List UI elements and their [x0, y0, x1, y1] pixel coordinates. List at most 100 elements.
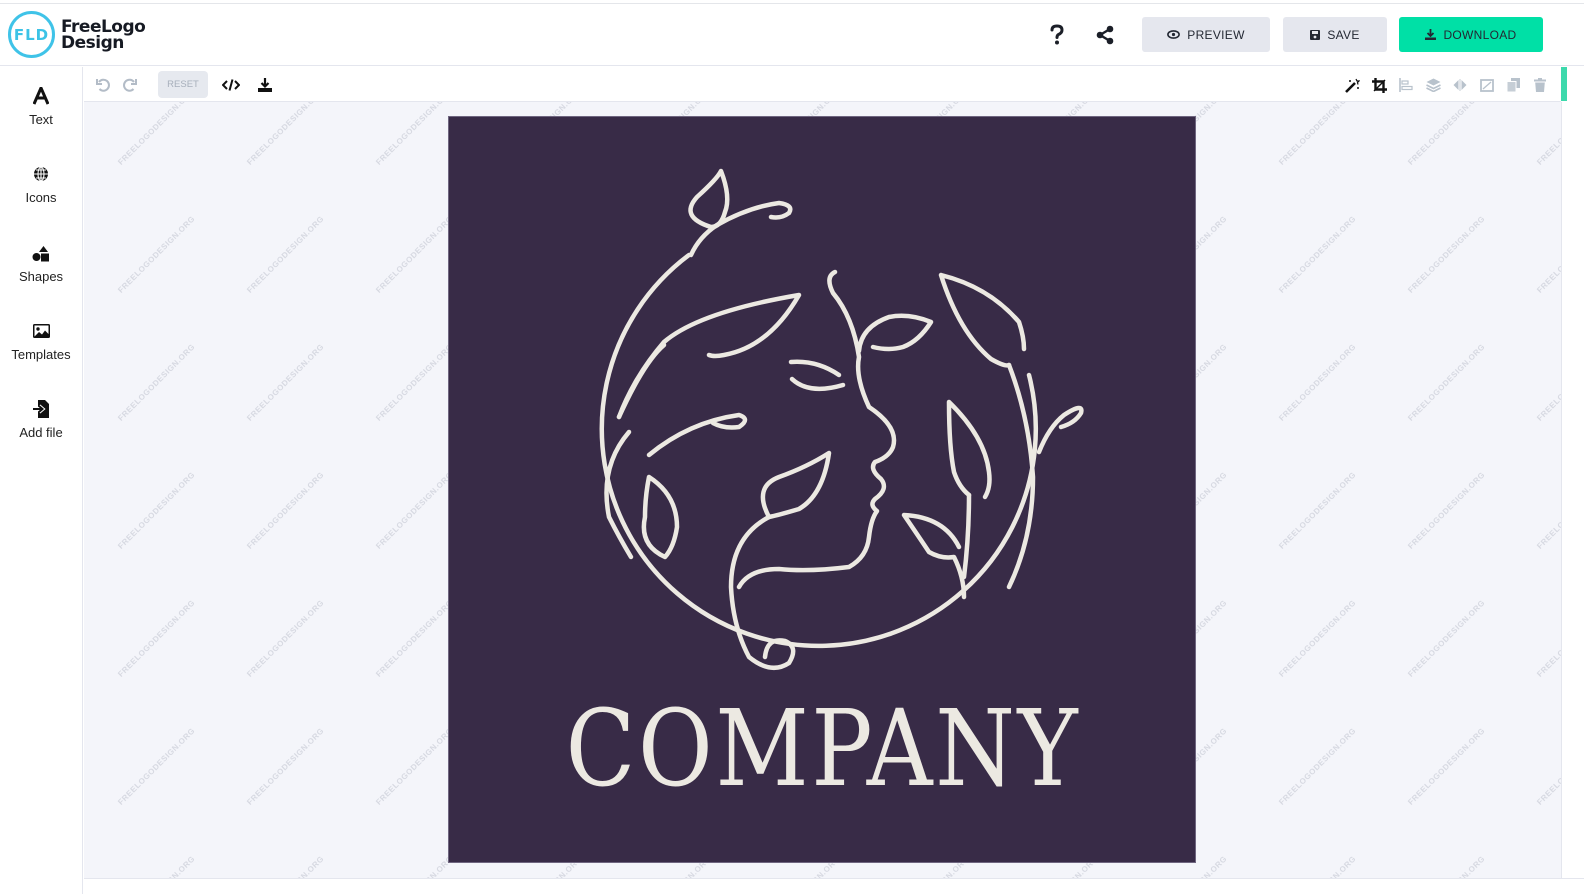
sidebar-item-templates[interactable]: Templates: [3, 318, 79, 378]
magic-wand-icon[interactable]: [1341, 74, 1363, 96]
image-icon: [32, 318, 50, 344]
watermark-text: FREELOGODESIGN.ORG: [1406, 470, 1487, 551]
watermark-text: FREELOGODESIGN.ORG: [1406, 726, 1487, 807]
leaf-center: [760, 450, 832, 520]
layers-icon[interactable]: [1422, 74, 1444, 96]
watermark-text: FREELOGODESIGN.ORG: [116, 342, 197, 423]
flip-icon[interactable]: [1449, 74, 1471, 96]
watermark-text: FREELOGODESIGN.ORG: [1535, 214, 1561, 295]
watermark-text: FREELOGODESIGN.ORG: [116, 214, 197, 295]
share-icon[interactable]: [1091, 21, 1119, 49]
watermark-text: FREELOGODESIGN.ORG: [1535, 102, 1561, 167]
logo-emblem[interactable]: [449, 117, 1196, 717]
sidebar: Text Icons Shapes Templates Add file: [0, 67, 83, 894]
sidebar-item-label: Text: [29, 112, 53, 127]
undo-icon[interactable]: [92, 74, 114, 96]
copy-icon[interactable]: [1502, 74, 1524, 96]
sidebar-item-label: Icons: [25, 190, 57, 205]
watermark-text: FREELOGODESIGN.ORG: [245, 214, 326, 295]
watermark-text: FREELOGODESIGN.ORG: [374, 854, 455, 878]
sidebar-item-shapes[interactable]: Shapes: [3, 240, 79, 300]
preview-label: PREVIEW: [1187, 27, 1245, 42]
leaf-lower-left: [641, 474, 680, 560]
code-icon[interactable]: [220, 74, 242, 96]
download-button[interactable]: DOWNLOAD: [1399, 17, 1543, 52]
watermark-text: FREELOGODESIGN.ORG: [1406, 102, 1487, 167]
sidebar-item-text[interactable]: Text: [3, 83, 79, 143]
panel-toggle-tab[interactable]: [1561, 67, 1567, 101]
watermark-text: FREELOGODESIGN.ORG: [1406, 342, 1487, 423]
face-eye-lid: [788, 359, 842, 378]
sidebar-item-label: Shapes: [18, 269, 64, 284]
watermark-text: FREELOGODESIGN.ORG: [116, 598, 197, 679]
leaf-right-lower: [901, 512, 967, 600]
watermark-text: FREELOGODESIGN.ORG: [1277, 470, 1358, 551]
watermark-text: FREELOGODESIGN.ORG: [374, 342, 455, 423]
resize-icon[interactable]: [1476, 74, 1498, 96]
reset-button[interactable]: RESET: [158, 71, 208, 98]
emblem-circle: [599, 252, 1038, 649]
preview-button[interactable]: PREVIEW: [1142, 17, 1270, 52]
eye-icon: [1167, 30, 1181, 39]
watermark-text: FREELOGODESIGN.ORG: [245, 726, 326, 807]
leaf-top-right: [938, 272, 1027, 368]
watermark-text: FREELOGODESIGN.ORG: [245, 470, 326, 551]
download-icon: [1425, 29, 1437, 40]
globe-icon: [33, 161, 49, 187]
watermark-text: FREELOGODESIGN.ORG: [1535, 470, 1561, 551]
sidebar-item-add-file[interactable]: Add file: [3, 396, 79, 456]
vine-top-left: [688, 200, 793, 258]
watermark-text: FREELOGODESIGN.ORG: [1535, 854, 1561, 878]
company-name-text[interactable]: COMPANY: [501, 687, 1144, 810]
app-header: FLD FreeLogo Design PREVIEW SAVE DOWNLOA…: [0, 4, 1584, 66]
right-panel-edge: [1561, 102, 1584, 878]
bottom-bar: [84, 878, 1584, 894]
editor-toolbar: RESET: [84, 67, 1561, 102]
watermark-text: FREELOGODESIGN.ORG: [245, 342, 326, 423]
leaf-face-top: [856, 313, 934, 354]
watermark-text: FREELOGODESIGN.ORG: [374, 214, 455, 295]
save-button[interactable]: SAVE: [1283, 17, 1387, 52]
watermark-text: FREELOGODESIGN.ORG: [1277, 854, 1358, 878]
floppy-disk-icon: [1310, 29, 1321, 40]
watermark-text: FREELOGODESIGN.ORG: [1277, 102, 1358, 167]
watermark-text: FREELOGODESIGN.ORG: [245, 102, 326, 167]
watermark-text: FREELOGODESIGN.ORG: [245, 854, 326, 878]
curl-middle: [646, 412, 748, 458]
download-icon[interactable]: [254, 74, 276, 96]
crop-icon[interactable]: [1368, 74, 1390, 96]
vine-right-outer: [1036, 405, 1084, 455]
watermark-text: FREELOGODESIGN.ORG: [245, 598, 326, 679]
watermark-text: FREELOGODESIGN.ORG: [1535, 598, 1561, 679]
watermark-text: FREELOGODESIGN.ORG: [1277, 726, 1358, 807]
watermark-text: FREELOGODESIGN.ORG: [1277, 342, 1358, 423]
watermark-text: FREELOGODESIGN.ORG: [374, 470, 455, 551]
watermark-text: FREELOGODESIGN.ORG: [116, 854, 197, 878]
brand-name: FreeLogo Design: [61, 18, 146, 51]
watermark-text: FREELOGODESIGN.ORG: [116, 470, 197, 551]
watermark-text: FREELOGODESIGN.ORG: [116, 102, 197, 167]
redo-icon[interactable]: [118, 74, 140, 96]
download-label: DOWNLOAD: [1443, 27, 1517, 42]
stem-right-mid: [961, 492, 972, 580]
canvas-area: FREELOGODESIGN.ORG FREELOGODESIGN.ORG FREE…: [84, 102, 1561, 878]
watermark-text: FREELOGODESIGN.ORG: [374, 598, 455, 679]
leaf-upper-left: [616, 292, 802, 420]
file-import-icon: [33, 396, 49, 422]
watermark-text: FREELOGODESIGN.ORG: [374, 726, 455, 807]
align-icon[interactable]: [1395, 74, 1417, 96]
watermark-text: FREELOGODESIGN.ORG: [1277, 598, 1358, 679]
leaf-top-left: [688, 168, 730, 230]
sidebar-item-label: Templates: [11, 347, 71, 362]
brand-logo[interactable]: FLD FreeLogo Design: [8, 11, 146, 58]
sidebar-item-icons[interactable]: Icons: [3, 161, 79, 221]
watermark-text: FREELOGODESIGN.ORG: [116, 726, 197, 807]
face-eye-lash: [789, 376, 846, 392]
watermark-text: FREELOGODESIGN.ORG: [1406, 598, 1487, 679]
sidebar-item-label: Add file: [19, 425, 63, 440]
trash-icon[interactable]: [1529, 74, 1551, 96]
logo-artboard[interactable]: COMPANY: [448, 116, 1196, 863]
question-icon[interactable]: [1043, 21, 1071, 49]
watermark-text: FREELOGODESIGN.ORG: [1406, 214, 1487, 295]
face-profile: [736, 269, 897, 590]
